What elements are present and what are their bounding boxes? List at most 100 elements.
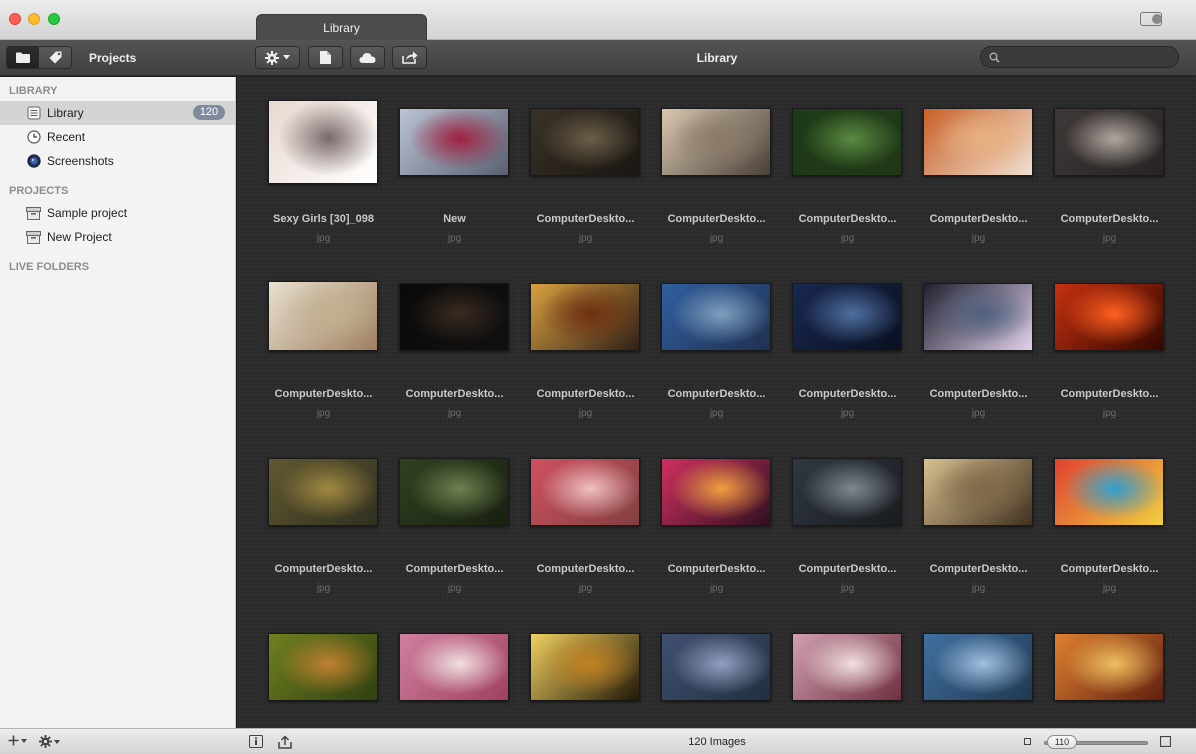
export-icon: [278, 735, 292, 749]
image-thumbnail[interactable]: [268, 633, 378, 701]
sidebar-item-library[interactable]: Library 120: [0, 101, 235, 125]
action-menu-button[interactable]: [39, 735, 60, 748]
image-file-type: jpg: [971, 233, 986, 244]
image-grid-item[interactable]: ComputerDeskto... jpg: [520, 252, 651, 427]
image-filename: ComputerDeskto...: [929, 563, 1028, 575]
image-thumbnail[interactable]: [268, 458, 378, 526]
image-grid-item[interactable]: ComputerDeskto...jpg: [1044, 77, 1175, 252]
image-file-type: jpg: [578, 408, 593, 419]
image-grid-item[interactable]: ComputerDeskto...jpg: [651, 77, 782, 252]
image-thumbnail[interactable]: [530, 283, 640, 351]
image-thumbnail[interactable]: [923, 108, 1033, 176]
image-grid-item[interactable]: ComputerDeskto...jpg: [651, 427, 782, 602]
image-thumbnail[interactable]: [792, 458, 902, 526]
image-thumbnail[interactable]: [923, 633, 1033, 701]
info-button[interactable]: [249, 735, 263, 748]
fullscreen-icon[interactable]: [1140, 12, 1162, 26]
image-thumbnail[interactable]: [530, 458, 640, 526]
export-button[interactable]: [278, 735, 292, 749]
image-thumbnail[interactable]: [530, 108, 640, 176]
image-thumbnail[interactable]: [1054, 633, 1164, 701]
image-grid-item[interactable]: ComputerDeskto...jpg: [520, 427, 651, 602]
sidebar-item-label: Sample project: [47, 206, 128, 220]
image-grid-item[interactable]: ComputerDeskto...jpg: [389, 427, 520, 602]
image-thumbnail[interactable]: [399, 458, 509, 526]
image-grid-item[interactable]: ComputerDeskto...jpg: [389, 252, 520, 427]
plus-icon: [8, 735, 19, 746]
image-filename: ComputerDeskto...: [667, 563, 766, 575]
image-grid-item[interactable]: Sexy Girls [30]_098 jpg: [258, 77, 389, 252]
minimize-window-button[interactable]: [28, 13, 40, 25]
image-grid-item[interactable]: ComputerDeskto...jpg: [782, 77, 913, 252]
image-grid-item[interactable]: ComputerDeskto...jpg: [913, 427, 1044, 602]
gear-icon: [265, 50, 279, 65]
image-file-type: jpg: [316, 583, 331, 594]
screenshots-icon: [26, 154, 41, 169]
image-grid-item[interactable]: ComputerDeskto...jpg: [258, 602, 389, 728]
image-grid-item[interactable]: ComputerDeskto...jpg: [782, 427, 913, 602]
cloud-icon: [359, 53, 376, 63]
image-filename: ComputerDeskto...: [667, 388, 766, 400]
settings-menu-button[interactable]: [255, 46, 300, 69]
image-grid-item[interactable]: ComputerDeskto...jpg: [520, 602, 651, 728]
image-thumbnail[interactable]: [1054, 108, 1164, 176]
image-grid-item[interactable]: ComputerDeskto...jpg: [782, 602, 913, 728]
image-filename: ComputerDeskto...: [536, 388, 635, 400]
chevron-down-icon: [21, 738, 27, 743]
image-grid-item[interactable]: ComputerDeskto...jpg: [389, 602, 520, 728]
image-grid-item[interactable]: ComputerDeskto...jpg: [1044, 602, 1175, 728]
thumbnail-size-slider-knob[interactable]: 110: [1047, 735, 1077, 749]
image-thumbnail[interactable]: [1054, 458, 1164, 526]
search-field[interactable]: [980, 46, 1179, 68]
sidebar-item-new-project[interactable]: New Project: [0, 225, 235, 249]
image-grid-item[interactable]: ComputerDeskto...jpg: [651, 602, 782, 728]
sidebar-item-screenshots[interactable]: Screenshots: [0, 149, 235, 173]
image-grid-item[interactable]: ComputerDeskto...jpg: [651, 252, 782, 427]
image-thumbnail[interactable]: [1054, 283, 1164, 351]
image-grid-item[interactable]: ComputerDeskto...jpg: [258, 427, 389, 602]
image-thumbnail[interactable]: [399, 108, 509, 176]
tags-view-button[interactable]: [39, 46, 72, 69]
large-thumbnail-icon[interactable]: [1160, 736, 1171, 747]
new-document-button[interactable]: [308, 46, 343, 69]
image-grid-item[interactable]: ComputerDeskto...jpg: [913, 252, 1044, 427]
close-window-button[interactable]: [9, 13, 21, 25]
small-thumbnail-icon[interactable]: [1024, 738, 1031, 745]
image-thumbnail[interactable]: [399, 283, 509, 351]
image-thumbnail[interactable]: [792, 633, 902, 701]
add-menu-button[interactable]: [8, 735, 27, 746]
image-thumbnail[interactable]: [661, 283, 771, 351]
image-thumbnail[interactable]: [530, 633, 640, 701]
image-grid-item[interactable]: ComputerDeskto...jpg: [913, 77, 1044, 252]
image-grid-item[interactable]: ComputerDeskto...jpg: [1044, 252, 1175, 427]
image-file-type: jpg: [316, 408, 331, 419]
image-grid-item[interactable]: ComputerDeskto...jpg: [258, 252, 389, 427]
image-grid-item[interactable]: ComputerDeskto...jpg: [913, 602, 1044, 728]
window-tab-library[interactable]: Library: [256, 14, 427, 41]
image-thumbnail[interactable]: [268, 100, 378, 184]
image-grid-item[interactable]: ComputerDeskto...jpg: [782, 252, 913, 427]
folders-view-button[interactable]: [6, 46, 39, 69]
image-thumbnail[interactable]: [792, 283, 902, 351]
image-grid-item[interactable]: ComputerDeskto...jpg: [1044, 427, 1175, 602]
projects-label: Projects: [89, 51, 137, 65]
image-thumbnail[interactable]: [661, 108, 771, 176]
sidebar-item-sample-project[interactable]: Sample project: [0, 201, 235, 225]
sidebar-item-label: Library: [47, 106, 84, 120]
cloud-button[interactable]: [350, 46, 385, 69]
image-thumbnail[interactable]: [661, 633, 771, 701]
image-filename: ComputerDeskto...: [536, 213, 635, 225]
sidebar-header-library: LIBRARY: [9, 85, 58, 97]
share-button[interactable]: [392, 46, 427, 69]
image-thumbnail[interactable]: [923, 283, 1033, 351]
image-thumbnail[interactable]: [399, 633, 509, 701]
sidebar-item-recent[interactable]: Recent: [0, 125, 235, 149]
search-input[interactable]: [1003, 49, 1173, 65]
image-grid-item[interactable]: ComputerDeskto...jpg: [520, 77, 651, 252]
image-thumbnail[interactable]: [923, 458, 1033, 526]
image-grid-item[interactable]: New jpg: [389, 77, 520, 252]
image-thumbnail[interactable]: [792, 108, 902, 176]
image-thumbnail[interactable]: [268, 281, 378, 351]
zoom-window-button[interactable]: [48, 13, 60, 25]
image-thumbnail[interactable]: [661, 458, 771, 526]
